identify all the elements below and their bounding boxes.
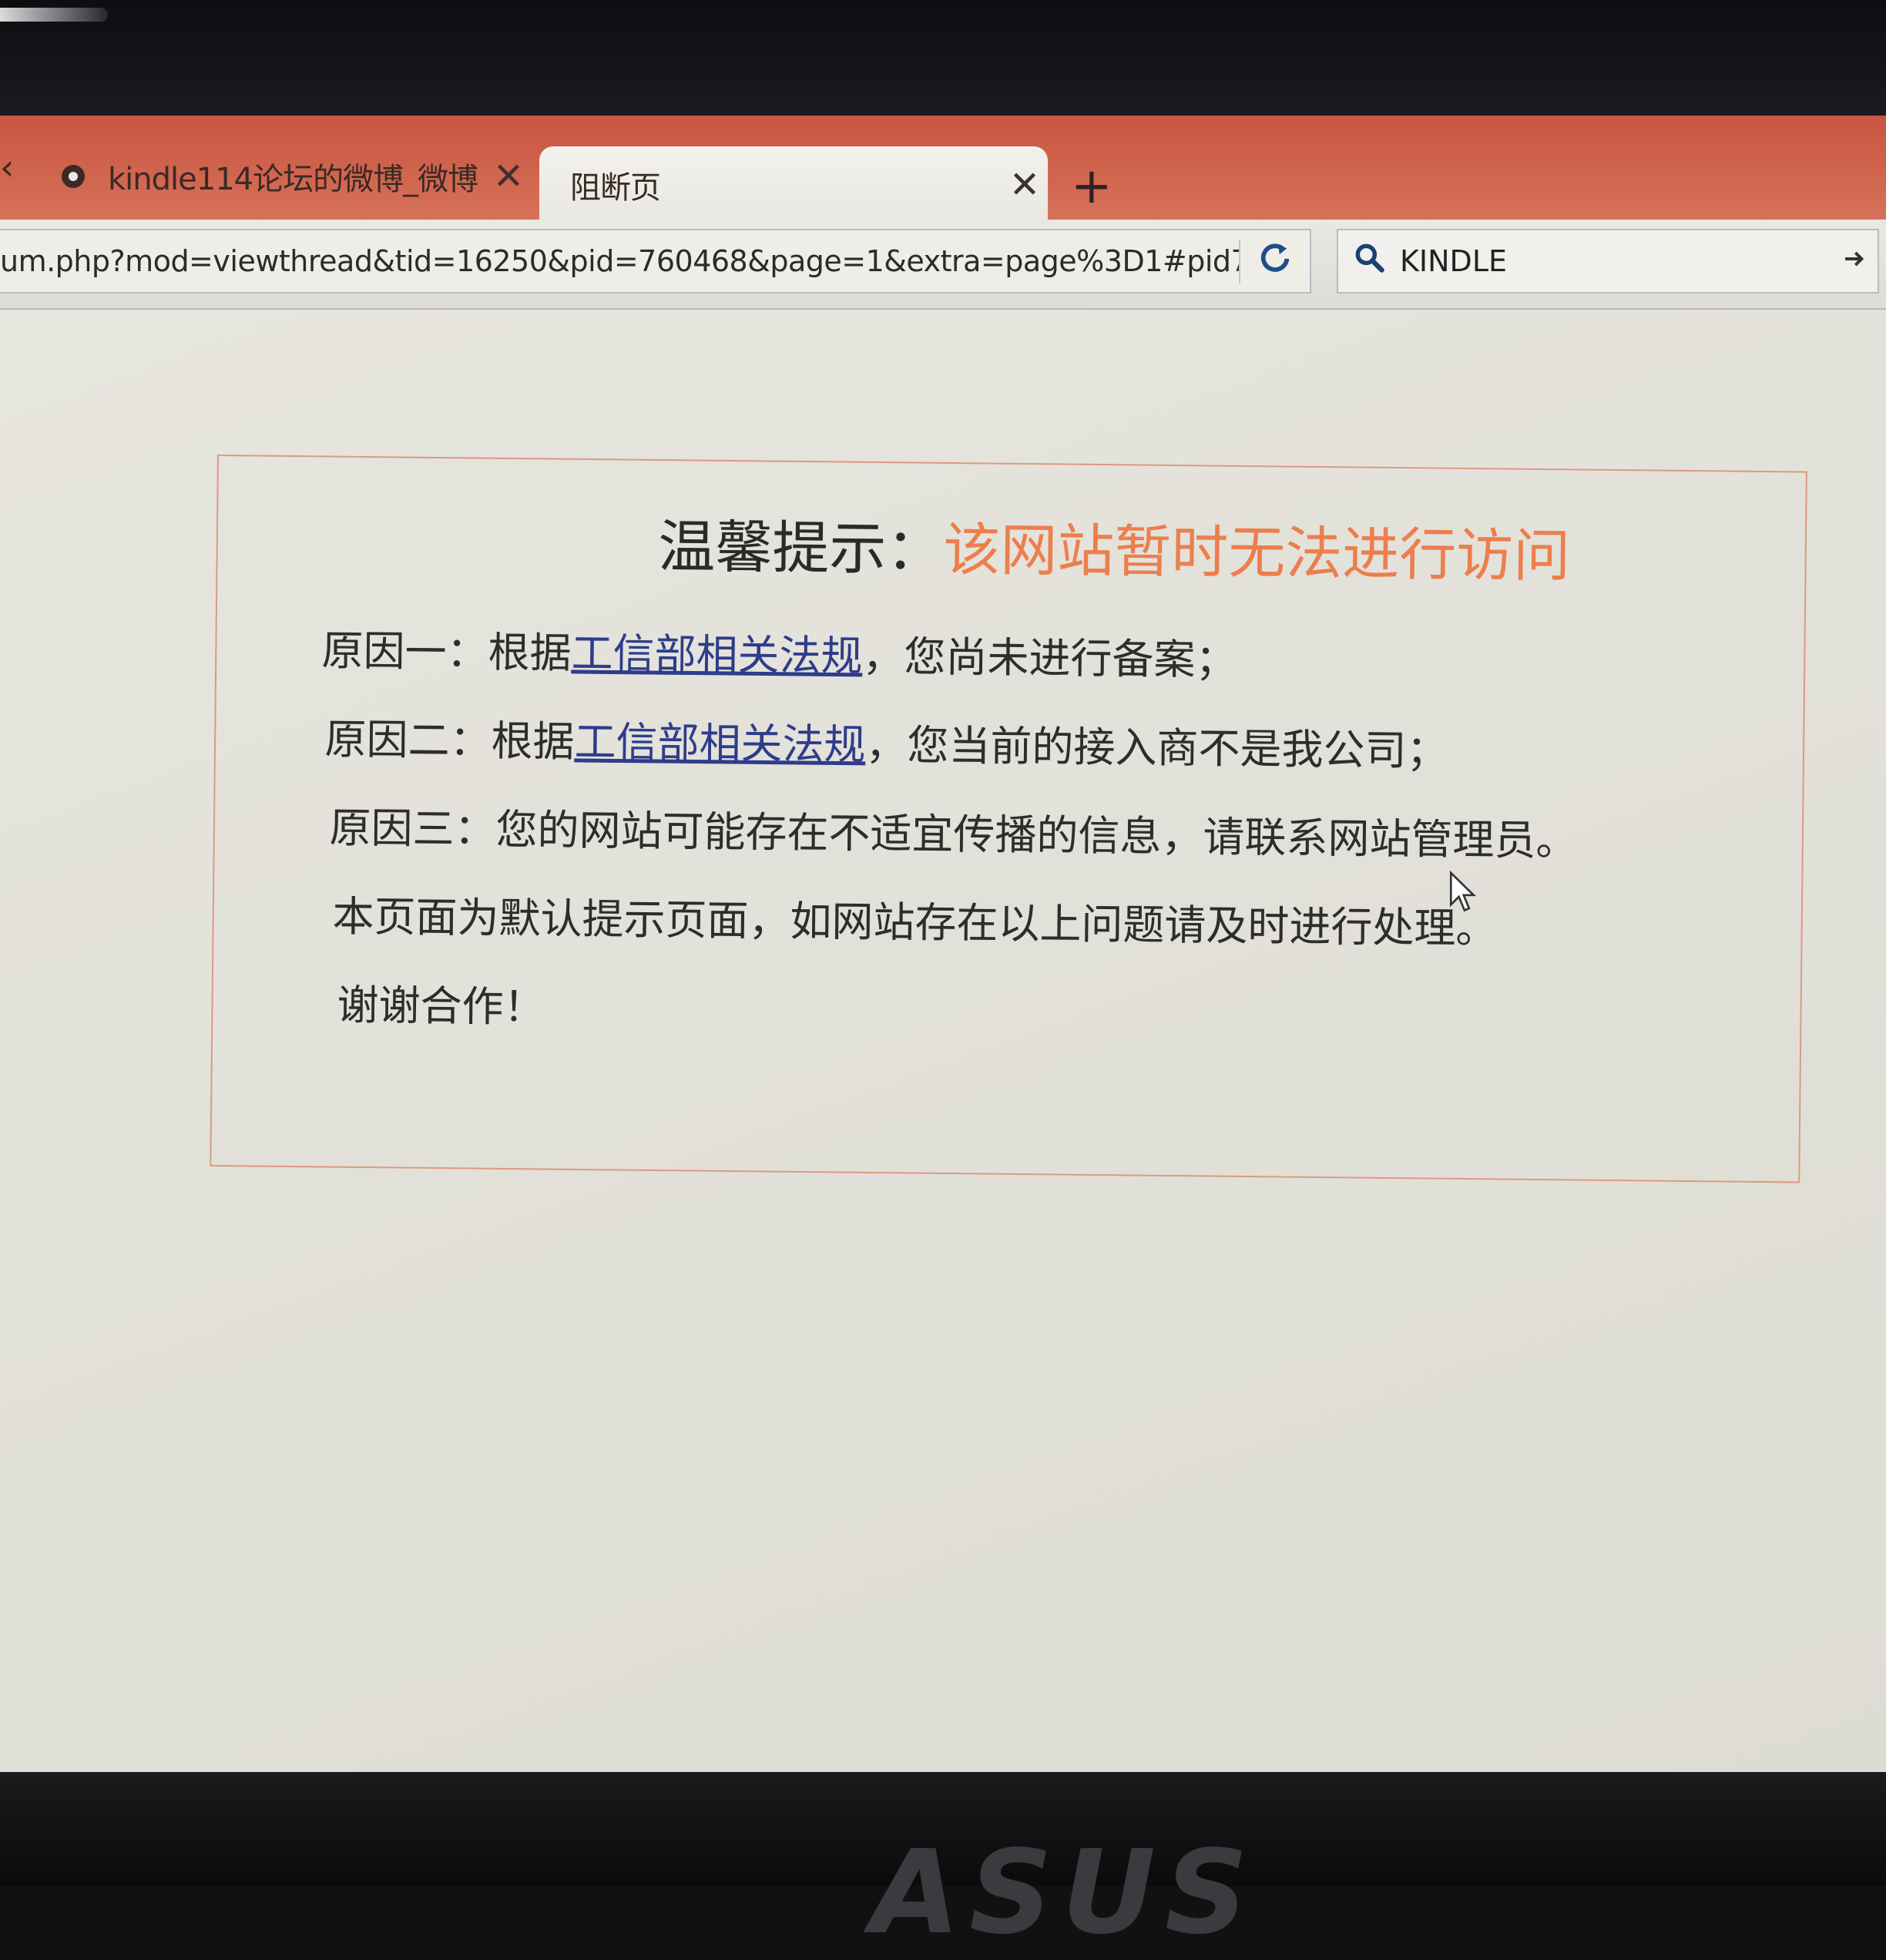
notice-title: 温馨提示：该网站暂时无法进行访问 — [658, 501, 1571, 592]
tab-kindle114-weibo[interactable]: kindle114论坛的微博_微博 ✕ — [39, 134, 532, 219]
reason-prefix: 原因二：根据 — [324, 714, 575, 767]
mouse-pointer-icon — [1449, 871, 1476, 912]
search-input[interactable]: KINDLE — [1400, 244, 1831, 278]
footer-note: 本页面为默认提示页面，如网站存在以上问题请及时进行处理。 — [332, 891, 1498, 953]
navigation-bar: um.php?mod=viewthread&tid=16250&pid=7604… — [0, 220, 1886, 310]
thanks-text: 谢谢合作！ — [337, 980, 545, 1032]
notice-title-label: 温馨提示： — [657, 513, 944, 583]
search-icon — [1338, 240, 1400, 283]
close-tab-icon[interactable]: ✕ — [1002, 163, 1048, 206]
url-text[interactable]: um.php?mod=viewthread&tid=16250&pid=7604… — [0, 244, 1239, 278]
new-tab-button[interactable]: + — [1071, 158, 1112, 215]
arrow-right-icon-svg — [1845, 251, 1864, 267]
reason-suffix: ，您尚未进行备案； — [862, 632, 1237, 685]
search-box[interactable]: KINDLE — [1337, 229, 1879, 294]
screen: ‹ kindle114论坛的微博_微博 ✕ 阻断页 ✕ + um.php?mod… — [0, 116, 1886, 1780]
reason-one: 原因一：根据工信部相关法规，您尚未进行备案； — [321, 616, 1237, 686]
address-bar[interactable]: um.php?mod=viewthread&tid=16250&pid=7604… — [0, 229, 1311, 294]
scroll-tabs-left-icon[interactable]: ‹ — [0, 146, 14, 188]
reload-icon-svg — [1260, 243, 1290, 272]
tab-strip: ‹ kindle114论坛的微博_微博 ✕ 阻断页 ✕ + — [0, 116, 1886, 223]
brand-logo: ASUS — [871, 1826, 1257, 1960]
tab-title: 阻断页 — [570, 170, 661, 206]
tab-title: kindle114论坛的微博_微博 — [108, 162, 478, 197]
tab-block-page[interactable]: 阻断页 ✕ — [539, 146, 1048, 223]
reason-two: 原因二：根据工信部相关法规，您当前的接入商不是我公司； — [324, 705, 1448, 777]
monitor-bezel-top — [0, 0, 1886, 123]
reason-text: 原因三：您的网站可能存在不适宜传播的信息，请联系网站管理员。 — [329, 803, 1578, 865]
reason-suffix: ，您当前的接入商不是我公司； — [865, 720, 1448, 776]
arrow-right-icon[interactable] — [1831, 243, 1878, 279]
reason-prefix: 原因一：根据 — [321, 626, 572, 678]
close-tab-icon[interactable]: ✕ — [485, 155, 532, 198]
reload-icon[interactable] — [1239, 239, 1310, 284]
law-link[interactable]: 工信部相关法规 — [574, 717, 866, 769]
law-link[interactable]: 工信部相关法规 — [571, 629, 863, 680]
notice-title-message: 该网站暂时无法进行访问 — [942, 516, 1571, 590]
weibo-favicon-icon — [62, 165, 85, 188]
light-glare — [0, 8, 108, 22]
search-icon-svg — [1355, 243, 1384, 273]
